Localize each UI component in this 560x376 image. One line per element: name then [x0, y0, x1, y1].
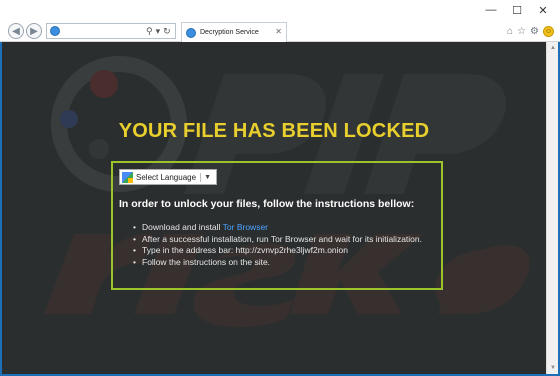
home-icon[interactable]: ⌂ [507, 26, 513, 37]
page-title: YOUR FILE HAS BEEN LOCKED [118, 120, 430, 142]
list-item: Type in the address bar: http://zvnvp2rh… [133, 245, 422, 257]
maximize-icon[interactable]: ☐ [504, 2, 530, 18]
list-item: Follow the instructions on the site. [133, 257, 422, 269]
refresh-icon[interactable]: ↻ [163, 26, 171, 37]
language-selector-label: Select Language [136, 172, 202, 182]
search-icon[interactable]: ⚲ [146, 26, 153, 37]
instructions-panel: Select Language ▼ In order to unlock you… [111, 161, 443, 290]
address-tools: ⚲ ▾ ↻ [146, 24, 171, 38]
tab-favicon-icon [186, 27, 196, 38]
back-icon[interactable]: ◀ [8, 23, 24, 39]
dropdown-icon[interactable]: ▾ [156, 26, 161, 37]
tor-browser-link[interactable]: Tor Browser [223, 222, 268, 232]
tab-decryption-service[interactable]: Decryption Service ✕ [181, 22, 287, 42]
language-selector[interactable]: Select Language ▼ [119, 169, 217, 185]
google-translate-icon [122, 171, 133, 183]
toolbar-right: ⌂ ☆ ⚙ ☺ [507, 24, 554, 38]
browser-window: — ☐ ✕ ◀ ▶ ⚲ ▾ ↻ Decryption Service ✕ ⌂ ☆… [0, 0, 560, 376]
instructions-list: Download and install Tor Browser After a… [133, 222, 422, 268]
navigation-bar: ◀ ▶ ⚲ ▾ ↻ Decryption Service ✕ ⌂ ☆ ⚙ ☺ [0, 20, 560, 42]
ie-favicon-icon [50, 26, 60, 36]
close-icon[interactable]: ✕ [530, 2, 556, 18]
instructions-heading: In order to unlock your files, follow th… [119, 198, 415, 210]
tab-close-icon[interactable]: ✕ [275, 27, 282, 36]
list-item: After a successful installation, run Tor… [133, 234, 422, 246]
scroll-up-icon[interactable]: ▲ [547, 43, 558, 53]
title-bar: — ☐ ✕ [0, 0, 560, 20]
vertical-scrollbar[interactable]: ▲ ▼ [546, 42, 558, 374]
minimize-icon[interactable]: — [478, 2, 504, 18]
scroll-down-icon[interactable]: ▼ [547, 363, 558, 373]
favorites-star-icon[interactable]: ☆ [517, 26, 526, 37]
list-item: Download and install Tor Browser [133, 222, 422, 234]
smiley-feedback-icon[interactable]: ☺ [543, 25, 554, 37]
tab-title: Decryption Service [200, 29, 259, 36]
settings-gear-icon[interactable]: ⚙ [530, 26, 539, 37]
step1-text: Download and install [142, 222, 223, 232]
forward-icon[interactable]: ▶ [26, 23, 42, 39]
chevron-down-icon[interactable]: ▼ [201, 174, 214, 181]
page-content: YOUR FILE HAS BEEN LOCKED Select Languag… [2, 42, 558, 374]
